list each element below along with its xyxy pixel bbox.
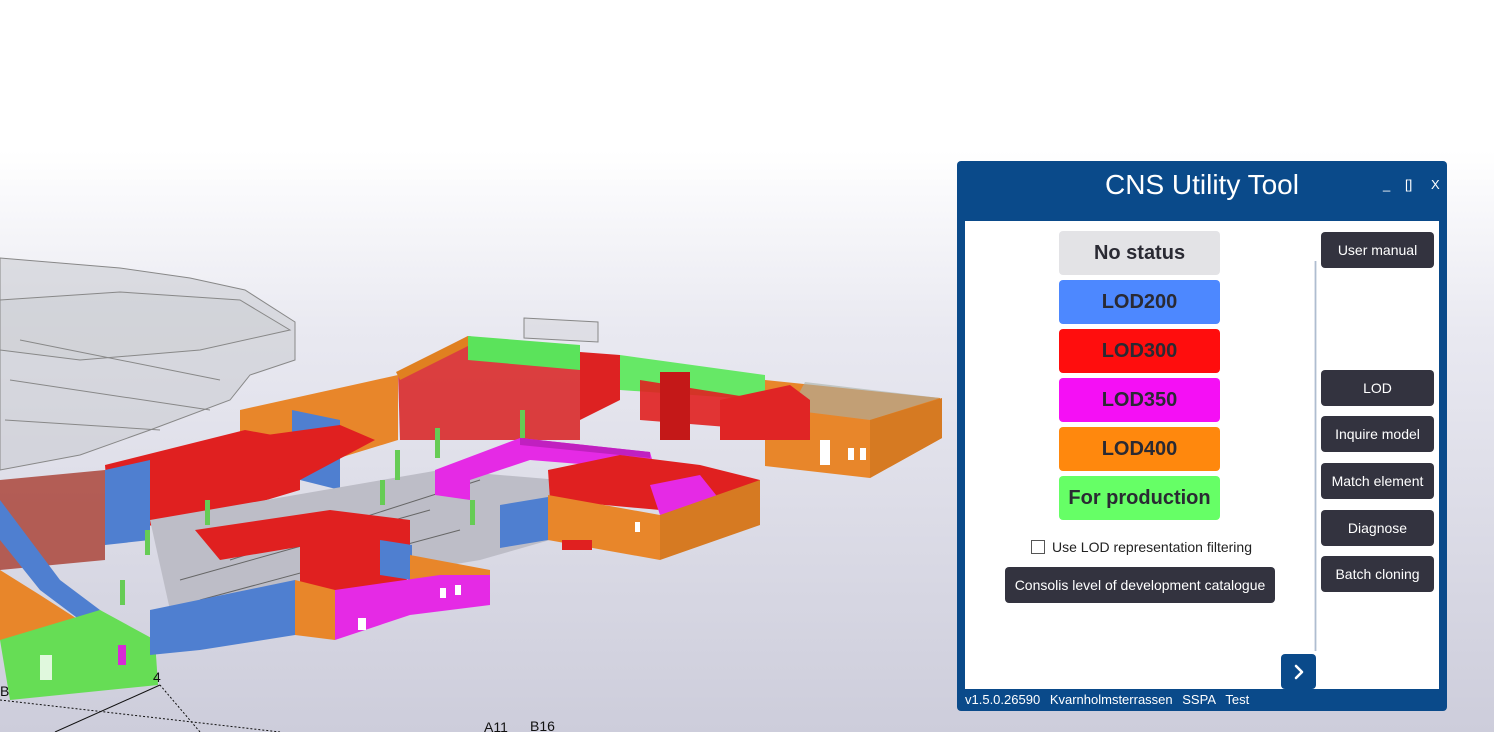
- building-inner-right: [500, 455, 760, 560]
- building-back: [396, 336, 810, 440]
- app-title: CNS Utility Tool: [1105, 169, 1299, 200]
- lod-menu-button[interactable]: LOD: [1321, 370, 1434, 406]
- panel-content: No status LOD200 LOD300 LOD350 LOD400 Fo…: [965, 221, 1439, 689]
- lod-filter-checkbox[interactable]: [1031, 540, 1045, 554]
- grid-label-b: B: [0, 683, 9, 699]
- for-production-button[interactable]: For production: [1059, 476, 1220, 520]
- cns-utility-panel: CNS Utility Tool _ [] X No status LOD200…: [957, 161, 1447, 711]
- lod400-button[interactable]: LOD400: [1059, 427, 1220, 471]
- maximize-button[interactable]: []: [1405, 177, 1412, 192]
- project-name: Kvarnholmsterrassen: [1049, 692, 1173, 707]
- lod350-button[interactable]: LOD350: [1059, 378, 1220, 422]
- lod-catalogue-button[interactable]: Consolis level of development catalogue: [1005, 567, 1275, 603]
- match-element-button[interactable]: Match element: [1321, 463, 1434, 499]
- grid-label-4: 4: [153, 669, 161, 685]
- close-button[interactable]: X: [1431, 177, 1440, 192]
- org-name: SSPA: [1182, 692, 1216, 707]
- chevron-right-icon: [1294, 664, 1303, 679]
- grid-label-b16: B16: [530, 718, 555, 732]
- batch-cloning-button[interactable]: Batch cloning: [1321, 556, 1434, 592]
- diagnose-button[interactable]: Diagnose: [1321, 510, 1434, 546]
- environment-name: Test: [1225, 692, 1250, 707]
- next-button[interactable]: [1281, 654, 1316, 689]
- lod300-button[interactable]: LOD300: [1059, 329, 1220, 373]
- inquire-model-button[interactable]: Inquire model: [1321, 416, 1434, 452]
- user-manual-button[interactable]: User manual: [1321, 232, 1434, 268]
- lod-filter-label: Use LOD representation filtering: [1052, 539, 1252, 555]
- status-bar: v1.5.0.26590 Kvarnholmsterrassen SSPA Te…: [965, 691, 1439, 709]
- minimize-button[interactable]: _: [1383, 177, 1390, 192]
- grid-label-a11: A11: [484, 719, 508, 732]
- title-bar[interactable]: CNS Utility Tool _ [] X: [957, 161, 1447, 219]
- no-status-button[interactable]: No status: [1059, 231, 1220, 275]
- lod-filter-row[interactable]: Use LOD representation filtering: [1031, 539, 1252, 555]
- lod200-button[interactable]: LOD200: [1059, 280, 1220, 324]
- version-text: v1.5.0.26590: [965, 692, 1041, 707]
- panel-divider: [1314, 261, 1317, 651]
